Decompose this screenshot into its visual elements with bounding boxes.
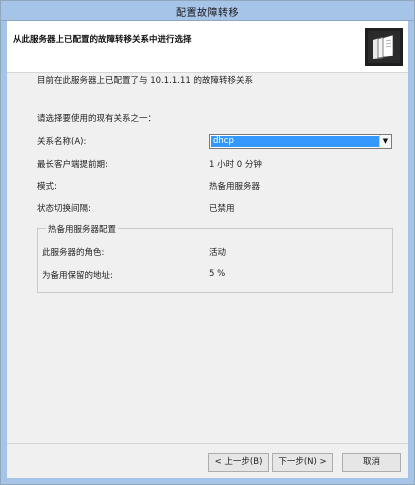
wizard-content: 目前在此服务器上已配置了与 10.1.1.11 的故障转移关系 请选择要使用的现… [7, 74, 408, 444]
next-button[interactable]: 下一步(N) > [272, 453, 333, 472]
header-title: 从此服务器上已配置的故障转移关系中进行选择 [13, 35, 192, 45]
window-frame-bottom [1, 478, 414, 484]
footer-separator [7, 443, 408, 444]
back-button[interactable]: < 上一步(B) [208, 453, 269, 472]
hot-standby-legend: 热备用服务器配置 [46, 223, 119, 235]
cancel-button[interactable]: 取消 [342, 453, 401, 472]
role-label: 此服务器的角色: [42, 248, 105, 258]
mclt-label: 最长客户端提前期: [37, 160, 108, 170]
mode-label: 模式: [37, 182, 57, 192]
wizard-header: 从此服务器上已配置的故障转移关系中进行选择 [7, 21, 408, 73]
relationship-name-label: 关系名称(A): [37, 137, 87, 147]
failover-wizard-window: 配置故障转移 从此服务器上已配置的故障转移关系中进行选择 目前在此服务器上已配置… [0, 0, 415, 485]
intro-text: 目前在此服务器上已配置了与 10.1.1.11 的故障转移关系 [37, 76, 253, 86]
prompt-text: 请选择要使用的现有关系之一： [37, 114, 157, 124]
role-value: 活动 [209, 248, 227, 258]
relationship-name-select[interactable]: dhcp ▼ [209, 134, 392, 149]
reserve-value: 5 % [209, 269, 226, 279]
folder-stack-icon [365, 28, 403, 66]
chevron-down-icon[interactable]: ▼ [379, 135, 391, 148]
relationship-name-value: dhcp [211, 136, 379, 147]
switchover-value: 已禁用 [209, 204, 235, 214]
mclt-value: 1 小时 0 分钟 [209, 160, 262, 170]
reserve-label: 为备用保留的地址: [42, 271, 113, 281]
title-bar[interactable]: 配置故障转移 [1, 1, 414, 21]
window-title: 配置故障转移 [176, 8, 239, 19]
hot-standby-groupbox: 热备用服务器配置 此服务器的角色: 活动 为备用保留的地址: 5 % [37, 223, 393, 293]
window-frame-right [408, 21, 414, 484]
mode-value: 热备用服务器 [209, 182, 261, 192]
switchover-label: 状态切换间隔: [37, 204, 91, 214]
